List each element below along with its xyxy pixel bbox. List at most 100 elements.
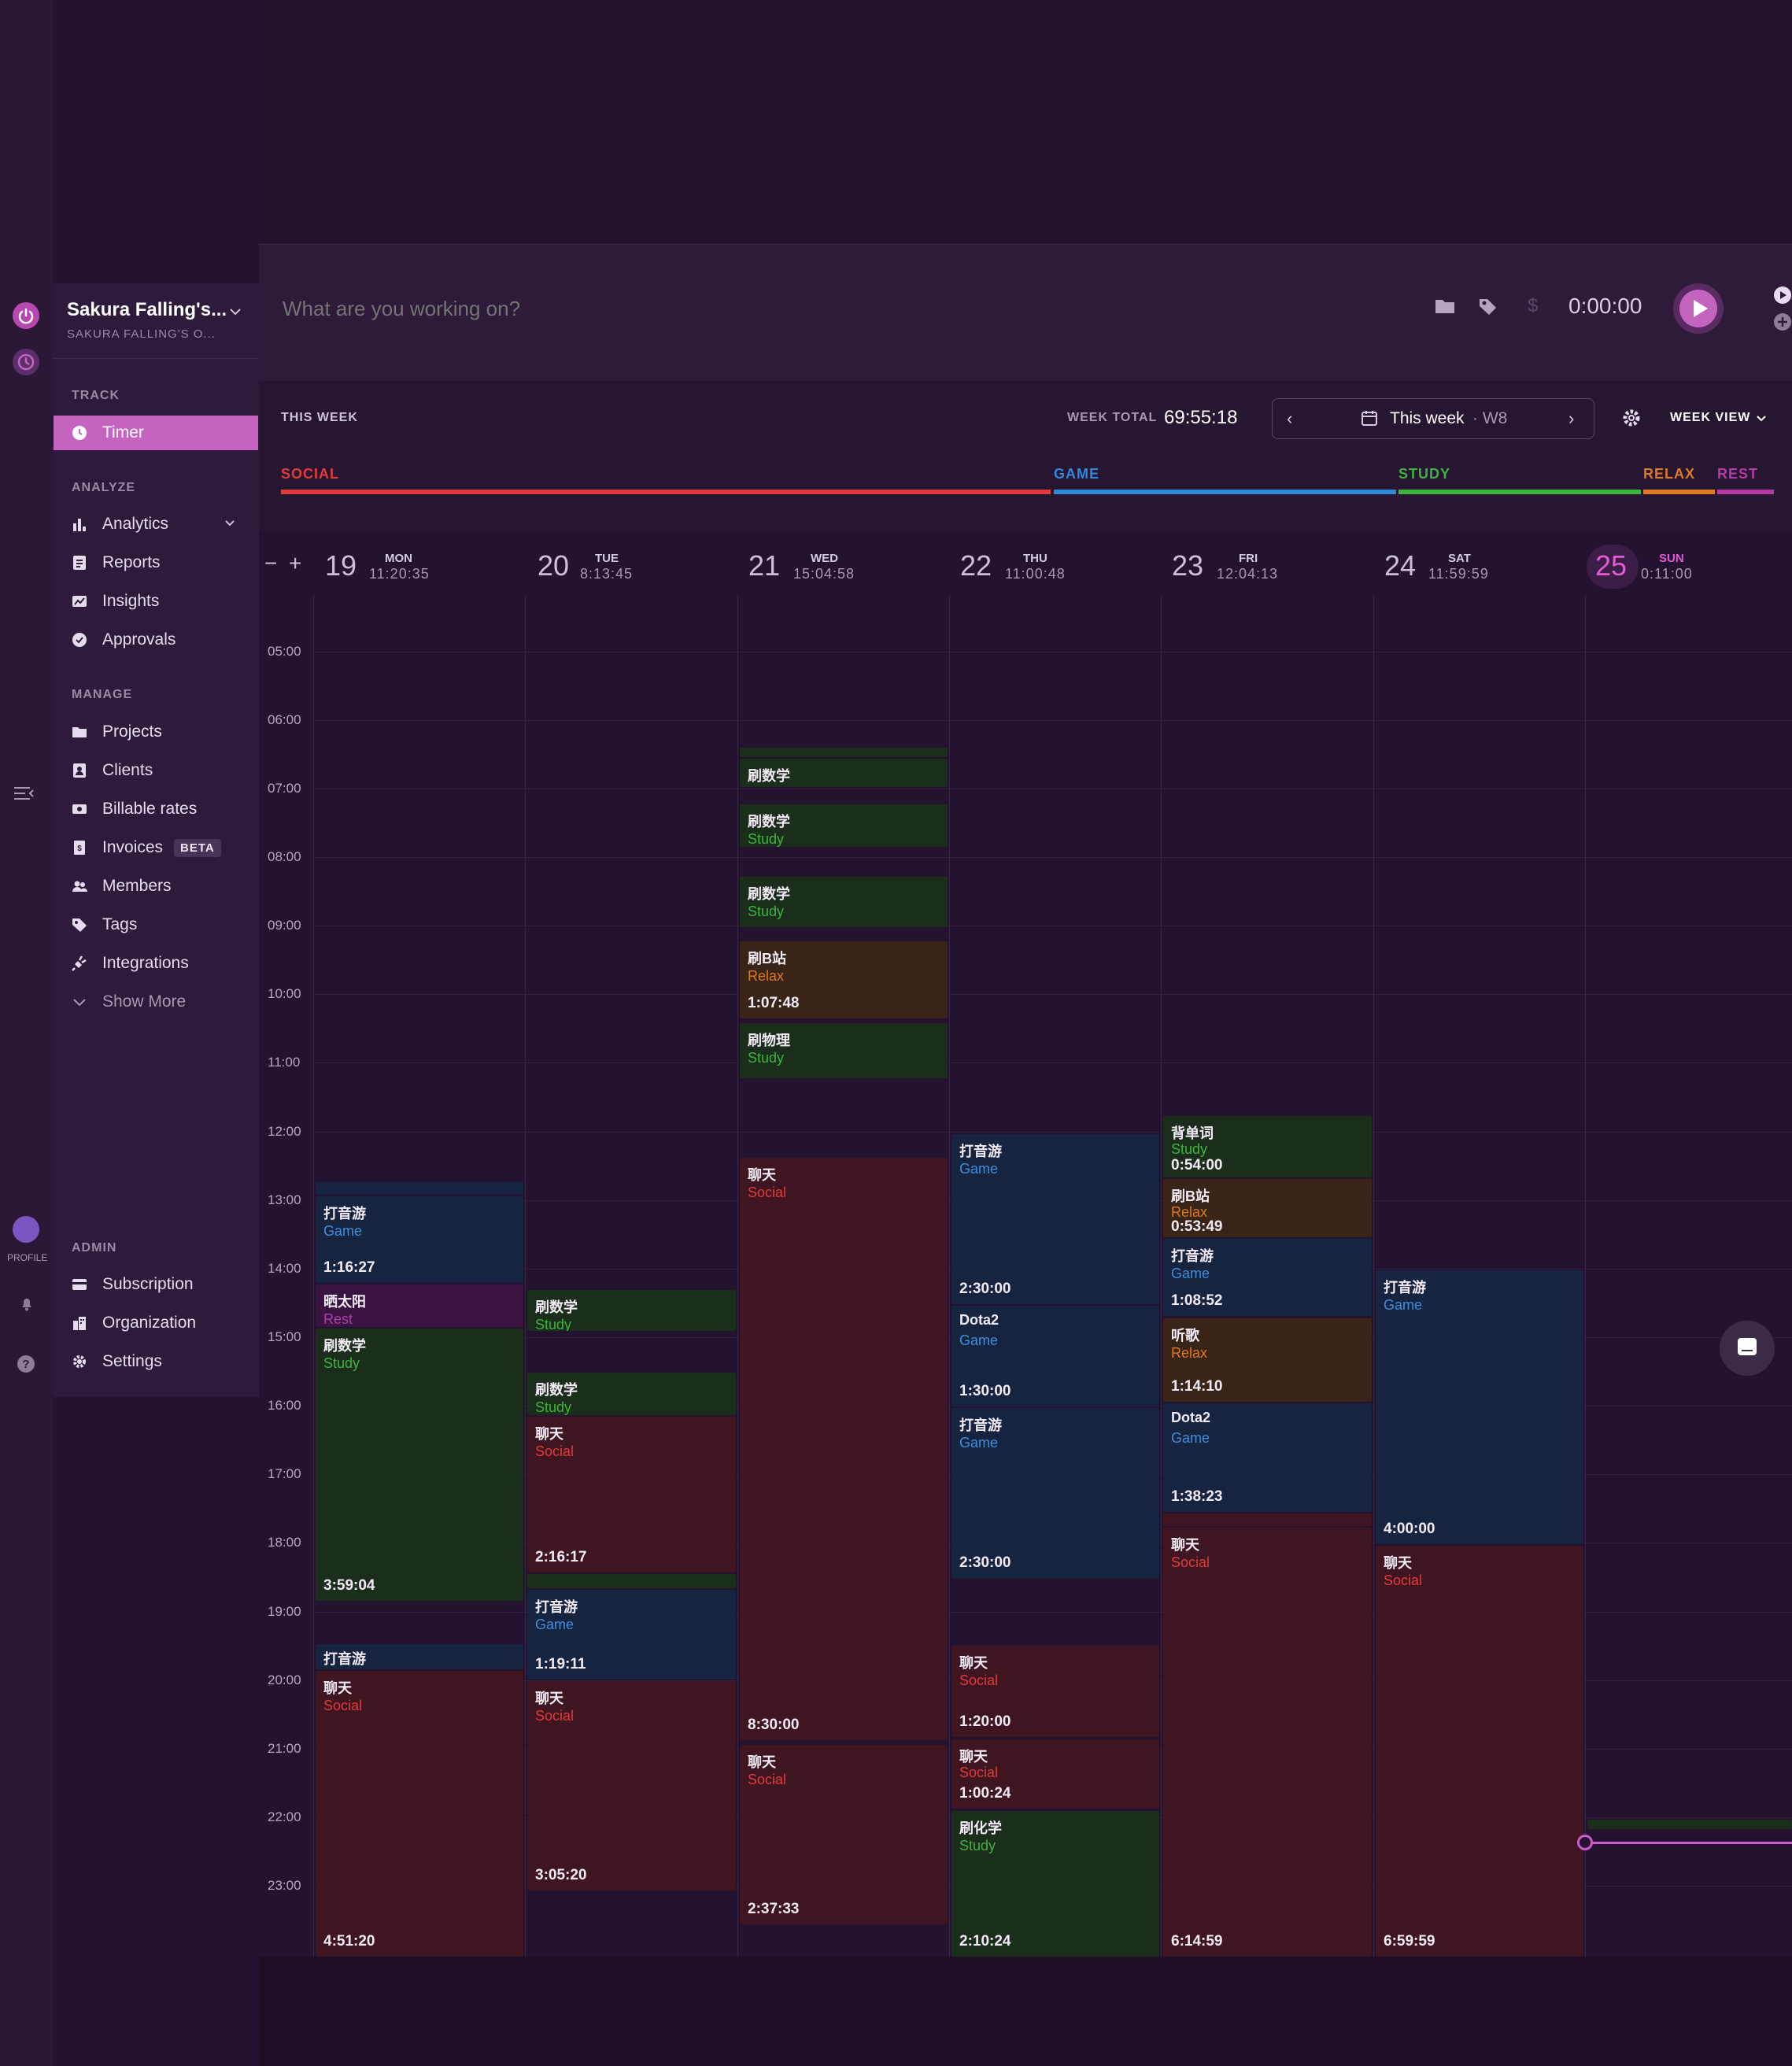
sidebar-item-billable-rates[interactable]: Billable rates [54,792,258,826]
gear-icon[interactable] [1621,408,1642,428]
entry-project: Social [1384,1573,1423,1588]
time-entry[interactable]: 聊天 Social 2:16:17 [527,1417,736,1573]
entry-project: Game [1384,1297,1423,1313]
zoom-in-button[interactable]: + [289,551,301,576]
sidebar-item-label: Integrations [102,954,189,972]
sidebar-item-analytics[interactable]: Analytics [54,507,258,541]
entry-project: Social [1171,1554,1210,1570]
sidebar-item-subscription[interactable]: Subscription [54,1267,258,1302]
time-entry[interactable]: 聊天 Social 3:05:20 [527,1681,736,1890]
sidebar-item-timer[interactable]: Timer [54,416,258,450]
billable-dollar-icon[interactable]: $ [1528,295,1538,317]
description-input[interactable] [281,290,1386,327]
legend-rest: REST [1717,466,1759,482]
chat-button[interactable] [1720,1321,1775,1376]
time-entry[interactable] [527,1574,736,1588]
sidebar-item-settings[interactable]: Settings [54,1344,258,1379]
week-view-dropdown[interactable]: WEEK VIEW [1670,411,1750,425]
card-icon [71,1276,88,1293]
project-folder-icon[interactable] [1434,297,1456,316]
time-entry[interactable]: 晒太阳 Rest [316,1284,523,1327]
tag-icon[interactable] [1478,297,1498,317]
sidebar-item-tags[interactable]: Tags [54,907,258,942]
entry-title: 聊天 [748,1167,776,1183]
time-entry[interactable]: 聊天 Social 4:51:20 [316,1671,523,1957]
entry-title: 刷B站 [1171,1188,1210,1204]
time-entry[interactable]: 刷数学 Study [740,877,948,927]
time-entry[interactable]: 打音游 Game 2:30:00 [951,1134,1159,1304]
section-manage: MANAGE [72,688,133,701]
time-entry[interactable]: 打音游 Game 1:16:27 [316,1196,523,1283]
time-entry[interactable]: 刷数学 Study [527,1290,736,1331]
legend-bar-study [1398,490,1641,494]
time-entry[interactable]: 刷化学 Study 2:10:24 [951,1811,1159,1957]
sidebar-item-organization[interactable]: Organization [54,1306,258,1340]
avatar[interactable] [13,1216,39,1243]
start-timer-button[interactable] [1673,283,1724,334]
zoom-out-button[interactable]: − [264,551,277,576]
entry-duration: 1:19:11 [535,1656,586,1672]
workspace-switcher[interactable]: Sakura Falling's... SAKURA FALLING'S O..… [53,285,259,356]
time-entry[interactable]: 打音游 [316,1644,523,1669]
prev-week-button[interactable]: ‹ [1287,408,1292,429]
help-icon[interactable]: ? [16,1354,36,1374]
time-entry[interactable]: 刷物理 Study [740,1023,948,1078]
time-entry[interactable]: 刷B站 Relax 1:07:48 [740,941,948,1018]
bell-icon[interactable] [17,1294,36,1313]
column-divider [1373,595,1374,1957]
collapse-sidebar-icon[interactable] [13,784,36,803]
time-entry[interactable]: 背单词 Study 0:54:00 [1163,1116,1372,1177]
time-entry[interactable]: 打音游 Game 1:08:52 [1163,1239,1372,1316]
time-entry[interactable]: 聊天 Social 6:14:59 [1163,1528,1372,1957]
time-entry[interactable]: 聊天 Social 1:20:00 [951,1646,1159,1737]
time-entry[interactable]: 刷数学 Study 3:59:04 [316,1329,523,1601]
column-divider [313,595,314,1957]
power-icon[interactable] [13,302,39,329]
time-entry[interactable]: 打音游 Game 2:30:00 [951,1408,1159,1578]
sidebar-item-insights[interactable]: Insights [54,584,258,619]
clock-app-icon[interactable] [13,349,39,375]
sidebar-item-members[interactable]: Members [54,869,258,904]
entry-title: 刷数学 [535,1299,578,1315]
bottom-empty-area [259,1957,1792,2066]
sidebar-item-clients[interactable]: Clients [54,753,258,788]
sidebar-item-projects[interactable]: Projects [54,715,258,749]
time-entry[interactable] [740,748,948,757]
sidebar-item-integrations[interactable]: Integrations [54,946,258,981]
sidebar-item-reports[interactable]: Reports [54,545,258,580]
sidebar-show-more[interactable]: Show More [54,985,258,1019]
time-entry[interactable]: 聊天 Social 1:00:24 [951,1739,1159,1809]
entry-title: 打音游 [1384,1280,1426,1295]
time-entry[interactable]: 聊天 Social 2:37:33 [740,1745,948,1924]
time-entry[interactable]: 刷B站 Relax 0:53:49 [1163,1179,1372,1237]
time-entry[interactable]: 刷数学 [740,759,948,787]
money-icon [71,800,88,818]
sidebar-item-invoices[interactable]: $ Invoices BETA [54,830,258,865]
time-entry[interactable]: 聊天 Social 8:30:00 [740,1158,948,1740]
sidebar-item-label: Reports [102,553,161,571]
week-picker[interactable]: ‹ This week · W8 › [1272,398,1594,439]
day-name: FRI [1239,552,1258,565]
time-entry[interactable]: Dota2 Game 1:38:23 [1163,1403,1372,1512]
entry-duration: 2:16:17 [535,1549,587,1565]
time-entry[interactable]: 聊天 Social 6:59:59 [1376,1546,1583,1957]
svg-text:$: $ [77,845,82,853]
time-entry[interactable]: 刷数学 Study [740,804,948,847]
time-entry[interactable]: 刷数学 Study [527,1373,736,1415]
sidebar-item-label: Members [102,877,172,895]
time-entry[interactable]: Dota2 Game 1:30:00 [951,1306,1159,1406]
next-week-button[interactable]: › [1568,408,1574,429]
time-entry[interactable] [316,1182,523,1195]
time-entry[interactable]: 打音游 Game 4:00:00 [1376,1270,1583,1544]
manual-mode-icon[interactable] [1773,312,1792,331]
entry-project: Game [1171,1430,1210,1446]
sidebar-item-approvals[interactable]: Approvals [54,623,258,657]
time-entry[interactable]: 听歌 Relax 1:14:10 [1163,1318,1372,1402]
hour-label: 23:00 [268,1878,301,1893]
time-entry[interactable] [1163,1513,1372,1526]
time-entry[interactable]: 打音游 Game 1:19:11 [527,1590,736,1680]
entry-project: Social [535,1708,575,1724]
running-time-entry[interactable] [1587,1820,1792,1829]
entry-duration: 2:37:33 [748,1901,800,1917]
timer-mode-icon[interactable] [1773,286,1792,305]
